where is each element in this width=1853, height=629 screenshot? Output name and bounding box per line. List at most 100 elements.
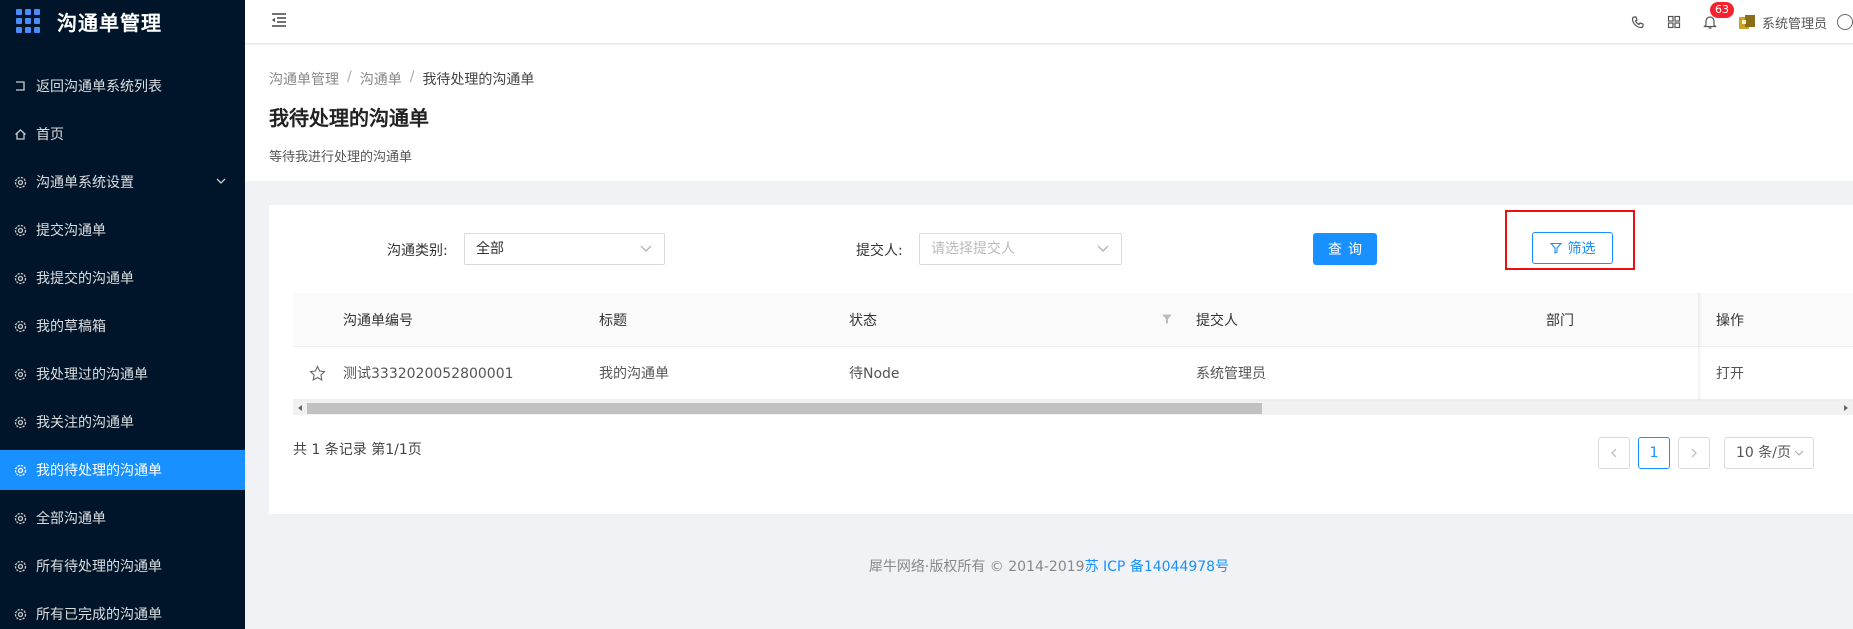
breadcrumb-separator: / — [347, 69, 352, 85]
footer: 犀牛网络·版权所有 © 2014-2019苏 ICP 备14044978号 — [245, 556, 1853, 576]
data-table: 沟通单编号 标题 状态 提交人 部门 操作 测试3332020052800001… — [293, 293, 1853, 415]
gear-icon — [13, 511, 27, 525]
sidebar-item-return-list[interactable]: 返回沟通单系统列表 — [0, 66, 245, 106]
copyright-text: 犀牛网络·版权所有 © 2014-2019 — [868, 559, 1085, 575]
page-button-1[interactable]: 1 — [1638, 437, 1670, 469]
breadcrumb: 沟通单管理 / 沟通单 / 我待处理的沟通单 — [269, 69, 534, 89]
gear-icon — [13, 175, 27, 189]
notification-badge: 63 — [1709, 2, 1734, 18]
sidebar-item-all-pending[interactable]: 所有待处理的沟通单 — [0, 546, 245, 586]
return-icon — [13, 79, 27, 93]
column-header-status[interactable]: 状态 — [849, 293, 877, 346]
home-icon — [13, 127, 27, 141]
apps-grid-icon[interactable] — [1666, 14, 1682, 30]
gear-icon — [13, 319, 27, 333]
column-header-actions: 操作 — [1716, 312, 1744, 329]
sidebar-item-label: 我的草稿箱 — [36, 319, 106, 335]
breadcrumb-current: 我待处理的沟通单 — [422, 72, 535, 88]
table-header: 沟通单编号 标题 状态 提交人 部门 操作 — [293, 293, 1853, 347]
sidebar-item-system-settings[interactable]: 沟通单系统设置 — [0, 162, 245, 202]
category-select-value: 全部 — [476, 241, 504, 257]
gear-icon — [13, 463, 27, 477]
column-header-id[interactable]: 沟通单编号 — [343, 293, 413, 346]
sidebar: 沟通单管理 返回沟通单系统列表 首页 沟通单系统设置 提交沟通单 我提交的沟通单… — [0, 0, 245, 629]
sidebar-item-label: 我处理过的沟通单 — [36, 367, 148, 383]
chevron-right-icon — [1691, 448, 1697, 458]
column-header-submitter[interactable]: 提交人 — [1196, 293, 1238, 346]
cell-submitter: 系统管理员 — [1196, 366, 1266, 382]
gear-icon — [13, 367, 27, 381]
sidebar-item-label: 所有待处理的沟通单 — [36, 559, 162, 575]
scrollbar-thumb[interactable] — [307, 403, 1262, 414]
table-row: 测试3332020052800001 我的沟通单 待Node 系统管理员 打开 — [293, 347, 1853, 400]
scroll-right-icon[interactable] — [1842, 404, 1850, 412]
more-circle-icon[interactable] — [1837, 14, 1853, 30]
open-link[interactable]: 打开 — [1716, 347, 1744, 399]
star-icon[interactable] — [309, 347, 326, 399]
icp-link[interactable]: 苏 ICP 备14044978号 — [1085, 559, 1230, 575]
top-header: 63 系统管理员 — [245, 0, 1853, 44]
gear-icon — [13, 559, 27, 573]
column-header-department[interactable]: 部门 — [1546, 293, 1574, 346]
sidebar-item-label: 返回沟通单系统列表 — [36, 79, 162, 95]
phone-icon[interactable] — [1630, 14, 1646, 30]
sidebar-menu: 返回沟通单系统列表 首页 沟通单系统设置 提交沟通单 我提交的沟通单 我的草稿箱… — [0, 66, 245, 629]
sidebar-item-drafts[interactable]: 我的草稿箱 — [0, 306, 245, 346]
submitter-select[interactable]: 请选择提交人 — [919, 233, 1122, 265]
sidebar-item-label: 我的待处理的沟通单 — [36, 463, 162, 479]
gear-icon — [13, 223, 27, 237]
app-grid-logo-icon — [16, 9, 40, 33]
breadcrumb-item[interactable]: 沟通单管理 — [269, 69, 339, 89]
query-button[interactable]: 查询 — [1313, 233, 1377, 265]
header-actions: 63 系统管理员 — [1630, 0, 1853, 44]
sidebar-item-processed[interactable]: 我处理过的沟通单 — [0, 354, 245, 394]
sidebar-item-label: 我关注的沟通单 — [36, 415, 134, 431]
funnel-icon — [1549, 242, 1562, 254]
gear-icon — [13, 271, 27, 285]
pagination: 1 10 条/页 — [1598, 437, 1814, 469]
sidebar-item-label: 我提交的沟通单 — [36, 271, 134, 287]
cell-id: 测试3332020052800001 — [343, 366, 514, 382]
chevron-down-icon — [1794, 450, 1804, 456]
user-name: 系统管理员 — [1761, 16, 1827, 32]
user-menu[interactable]: 系统管理员 — [1738, 13, 1853, 32]
brand: 沟通单管理 — [0, 0, 245, 42]
page-size-value: 10 条/页 — [1736, 445, 1791, 461]
filter-button-label: 筛选 — [1567, 241, 1596, 257]
sidebar-item-label: 全部沟通单 — [36, 511, 106, 527]
horizontal-scrollbar[interactable] — [293, 400, 1853, 415]
submitter-select-placeholder: 请选择提交人 — [931, 241, 1015, 257]
filter-button[interactable]: 筛选 — [1532, 232, 1613, 264]
chevron-down-icon — [1097, 245, 1109, 252]
sidebar-item-label: 提交沟通单 — [36, 223, 106, 239]
breadcrumb-item[interactable]: 沟通单 — [360, 69, 402, 89]
sidebar-item-home[interactable]: 首页 — [0, 114, 245, 154]
pagination-summary: 共 1 条记录 第1/1页 — [293, 442, 422, 458]
chevron-down-icon[interactable] — [215, 175, 227, 187]
fixed-column-shadow — [1698, 293, 1702, 400]
category-label: 沟通类别: — [387, 243, 448, 259]
content-card: 沟通类别: 全部 提交人: 请选择提交人 查询 筛选 沟通单编号 标题 状态 提… — [269, 205, 1853, 514]
sidebar-item-submit[interactable]: 提交沟通单 — [0, 210, 245, 250]
column-filter-icon[interactable] — [1161, 313, 1173, 325]
sidebar-item-my-pending[interactable]: 我的待处理的沟通单 — [0, 450, 245, 490]
breadcrumb-separator: / — [409, 69, 415, 85]
notification-bell[interactable]: 63 — [1702, 2, 1734, 30]
sidebar-item-my-submitted[interactable]: 我提交的沟通单 — [0, 258, 245, 298]
sidebar-item-all[interactable]: 全部沟通单 — [0, 498, 245, 538]
gear-icon — [13, 607, 27, 621]
menu-fold-icon[interactable] — [269, 10, 289, 30]
next-page-button[interactable] — [1678, 437, 1710, 469]
sidebar-item-followed[interactable]: 我关注的沟通单 — [0, 402, 245, 442]
column-header-title[interactable]: 标题 — [599, 293, 627, 346]
cell-status: 待Node — [849, 366, 900, 382]
page-size-select[interactable]: 10 条/页 — [1724, 437, 1814, 469]
page-description: 等待我进行处理的沟通单 — [269, 150, 413, 165]
category-select[interactable]: 全部 — [464, 233, 665, 265]
sidebar-item-label: 首页 — [36, 127, 64, 143]
gear-icon — [13, 415, 27, 429]
scroll-left-icon[interactable] — [296, 404, 304, 412]
chevron-left-icon — [1611, 448, 1617, 458]
sidebar-item-all-completed[interactable]: 所有已完成的沟通单 — [0, 594, 245, 629]
prev-page-button[interactable] — [1598, 437, 1630, 469]
